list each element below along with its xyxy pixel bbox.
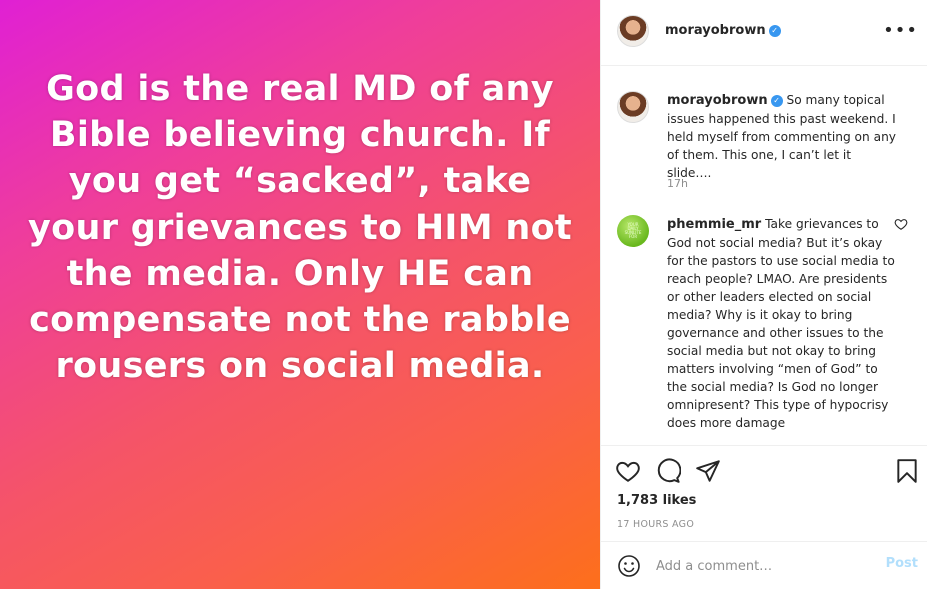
post-image[interactable]: God is the real MD of any Bible believin… (0, 0, 600, 589)
post-time[interactable]: 17 HOURS AGO (617, 519, 694, 530)
verified-badge-icon: ✓ (770, 94, 783, 107)
reply-body: phemmie_mr Take grievances to God not so… (667, 215, 899, 445)
reply-avatar[interactable]: YOUR DAILY SUNLITE FOR (617, 215, 649, 247)
like-comment-heart-icon[interactable] (894, 217, 908, 231)
caption-avatar[interactable] (617, 91, 649, 123)
likes-count[interactable]: 1,783 likes (617, 493, 696, 508)
post-image-text: God is the real MD of any Bible believin… (28, 69, 572, 387)
comment-input[interactable] (656, 556, 876, 576)
caption-body: morayobrown ✓ So many topical issues happ… (667, 91, 899, 182)
bookmark-icon[interactable] (894, 458, 920, 484)
add-comment-bar: Post (601, 541, 927, 589)
post-side-panel: morayobrown ✓ ••• morayobrown ✓ So many to… (600, 0, 927, 589)
share-icon[interactable] (695, 458, 721, 484)
comment-icon[interactable] (655, 458, 681, 484)
ellipsis-icon[interactable]: ••• (883, 22, 918, 40)
emoji-icon[interactable] (617, 554, 641, 578)
verified-badge-icon: ✓ (768, 24, 781, 37)
heart-icon[interactable] (615, 458, 641, 484)
avatar[interactable] (617, 15, 649, 47)
post-header: morayobrown ✓ ••• (601, 0, 927, 66)
caption-username[interactable]: morayobrown (667, 93, 768, 108)
reply-text: Take grievances to God not social media?… (667, 217, 895, 430)
comments-list[interactable]: morayobrown ✓ So many topical issues happ… (601, 67, 927, 445)
post-actions: 1,783 likes 17 HOURS AGO (601, 445, 927, 541)
caption-timestamp[interactable]: 17h (667, 177, 688, 190)
header-username[interactable]: morayobrown ✓ (665, 23, 781, 38)
reply-avatar-text: YOUR DAILY SUNLITE FOR (624, 222, 642, 239)
post-comment-button[interactable]: Post (886, 556, 918, 571)
reply-username[interactable]: phemmie_mr (667, 217, 761, 232)
header-username-text[interactable]: morayobrown (665, 23, 766, 38)
